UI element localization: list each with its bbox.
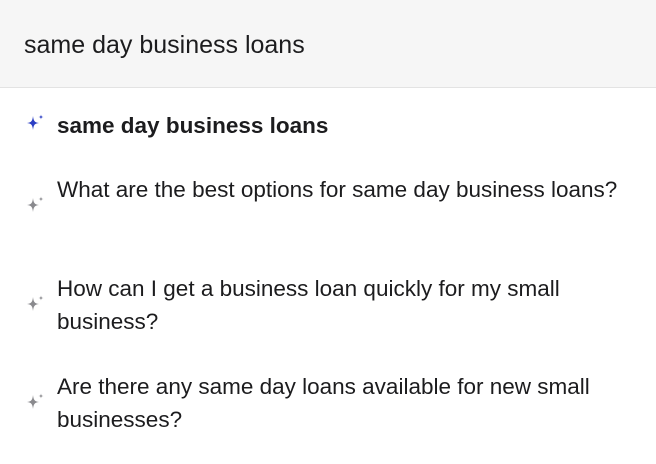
sparkle-icon xyxy=(24,294,46,316)
suggestion-text: How can I get a business loan quickly fo… xyxy=(57,276,560,334)
suggestion-text: What are the best options for same day b… xyxy=(57,177,618,202)
sparkle-icon xyxy=(24,195,46,217)
search-bar xyxy=(0,0,656,88)
suggestion-text: same day business loans xyxy=(57,113,329,138)
sparkle-icon xyxy=(24,113,46,135)
suggestion-item[interactable]: How can I get a business loan quickly fo… xyxy=(0,270,656,358)
sparkle-icon xyxy=(24,392,46,414)
suggestion-item[interactable]: Are there any same day loans available f… xyxy=(0,368,656,456)
search-input[interactable] xyxy=(24,28,624,62)
suggestion-text: Are there any same day loans available f… xyxy=(57,374,590,432)
suggestion-item[interactable]: What are the best options for same day b… xyxy=(0,171,656,259)
suggestion-item[interactable]: same day business loans xyxy=(0,89,656,159)
